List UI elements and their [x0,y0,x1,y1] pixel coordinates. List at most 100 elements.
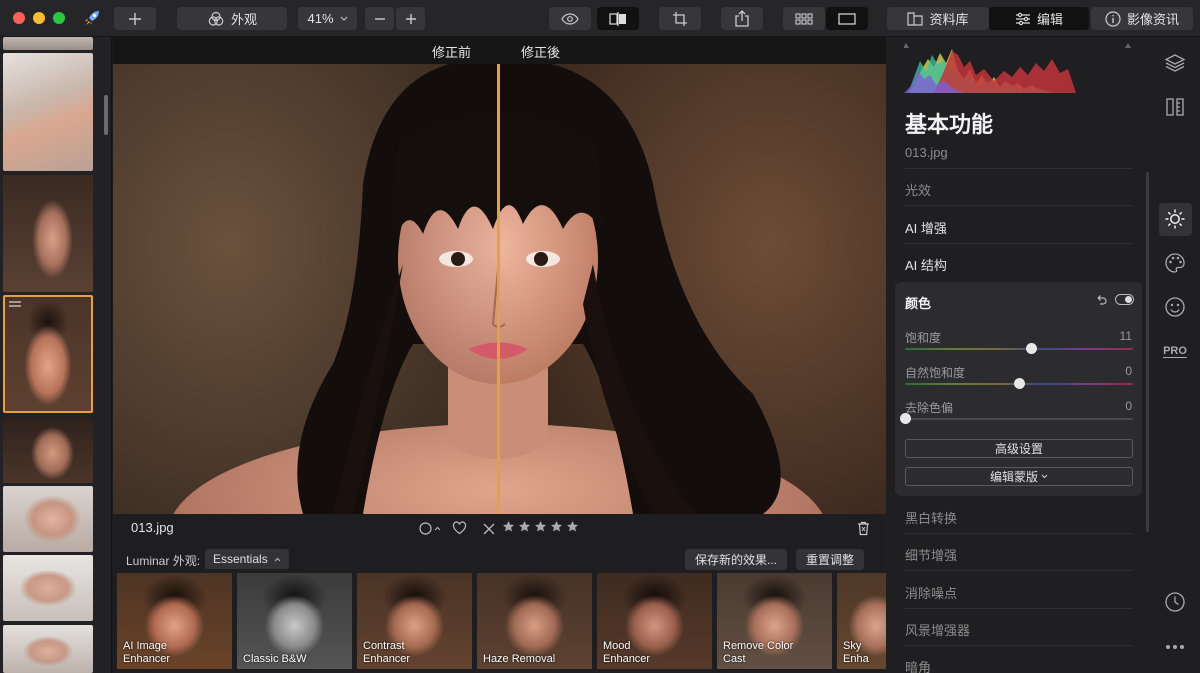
essentials-button[interactable] [1163,207,1187,231]
add-images-button[interactable] [114,7,156,30]
split-compare-icon [609,11,626,26]
section-vignette[interactable]: 暗角 [905,657,931,673]
grid-view-button[interactable] [783,7,825,30]
look-thumbnail[interactable]: Remove Color Cast [717,573,832,669]
filmstrip-thumbnail[interactable] [3,555,93,621]
look-thumbnail[interactable]: Haze Removal [477,573,592,669]
library-tab[interactable]: 资料库 [887,7,989,30]
x-icon [483,523,495,535]
sliders-icon [1015,12,1030,25]
advanced-settings-button[interactable]: 高级设置 [905,439,1133,458]
divider [905,608,1132,609]
saturation-slider-track[interactable] [905,348,1133,350]
edit-label: 编辑 [1036,12,1063,27]
color-label-dropdown[interactable] [419,522,441,535]
filmstrip-thumbnail[interactable] [3,53,93,171]
section-light[interactable]: 光效 [905,180,931,199]
before-label: 修正前 [432,45,472,60]
vibrance-slider-knob[interactable] [1013,378,1025,389]
look-label: Contrast Enhancer [363,640,411,665]
share-button[interactable] [721,7,763,30]
filmstrip [0,37,112,673]
more-button[interactable] [1163,635,1187,659]
filmstrip-thumbnail[interactable] [3,486,93,552]
section-ai-enhance[interactable]: AI 增强 [905,218,947,237]
star-rating[interactable] [502,520,579,533]
zoom-dropdown[interactable]: 41% [298,7,357,30]
edit-mask-button[interactable]: 编辑蒙版 [905,467,1133,486]
tool-toggle[interactable] [1115,294,1134,305]
after-label: 修正後 [521,45,561,60]
look-thumbnail[interactable]: AI Image Enhancer [117,573,232,669]
filmstrip-thumbnail[interactable] [3,37,93,50]
star-icon[interactable] [518,520,531,533]
zoom-in-button[interactable] [396,7,425,30]
chevron-up-icon [274,557,281,561]
minus-icon [374,17,385,20]
crop-button[interactable] [659,7,701,30]
look-thumbnail[interactable]: Contrast Enhancer [357,573,472,669]
info-tab[interactable]: 影像资讯 [1091,7,1193,30]
single-view-button[interactable] [826,7,868,30]
looks-label: 外观 [230,12,257,27]
look-thumbnail[interactable]: Classic B&W [237,573,352,669]
image-info-bar: 013.jpg [113,514,886,544]
look-thumbnail[interactable]: Sky Enha [837,573,886,669]
star-icon[interactable] [550,520,563,533]
star-icon[interactable] [534,520,547,533]
minimize-window-button[interactable] [33,12,45,24]
star-icon[interactable] [566,520,579,533]
saturation-slider-knob[interactable] [1026,343,1038,354]
star-icon[interactable] [502,520,515,533]
filmstrip-thumbnail-selected[interactable] [3,295,93,413]
section-details[interactable]: 细节增强 [905,545,957,564]
panel-filename: 013.jpg [905,145,948,160]
reset-adjustments-button[interactable]: 重置调整 [796,549,865,570]
remove-cast-slider-track[interactable] [905,418,1133,420]
preview-button[interactable] [549,7,591,30]
filmstrip-thumbnail[interactable] [3,175,93,292]
canvas-button[interactable] [1163,95,1187,119]
layers-button[interactable] [1163,51,1187,75]
section-black-white[interactable]: 黑白转换 [905,508,957,527]
crop-icon [673,11,687,26]
library-label: 资料库 [929,12,969,27]
looks-category-dropdown[interactable]: Essentials [205,549,289,569]
section-landscape[interactable]: 风景增强器 [905,620,970,639]
history-button[interactable] [1163,590,1187,614]
image-viewer[interactable]: 修正前 修正後 [113,37,886,514]
panel-scrollbar[interactable] [1146,172,1149,532]
compare-button[interactable] [597,7,639,30]
remove-cast-slider-knob[interactable] [899,413,911,424]
filmstrip-scrollbar[interactable] [104,95,108,135]
filmstrip-thumbnail[interactable] [3,417,93,483]
canvas-tools-icon [1166,98,1184,116]
zoom-window-button[interactable] [53,12,65,24]
single-view-icon [838,12,856,25]
section-ai-structure[interactable]: AI 结构 [905,255,947,274]
color-card-title: 颜色 [905,296,932,311]
creative-button[interactable] [1163,251,1187,275]
rocket-icon [82,8,102,33]
divider [905,205,1132,206]
close-window-button[interactable] [13,12,25,24]
delete-button[interactable] [857,521,870,541]
looks-icon [208,11,224,26]
favorite-button[interactable] [452,521,467,540]
portrait-button[interactable] [1163,295,1187,319]
zoom-out-button[interactable] [365,7,394,30]
section-denoise[interactable]: 消除噪点 [905,583,957,602]
look-thumbnail[interactable]: Mood Enhancer [597,573,712,669]
compare-split-handle[interactable] [497,64,500,514]
filmstrip-thumbnail[interactable] [3,625,93,673]
looks-button[interactable]: 外观 [177,7,287,30]
reset-tool-button[interactable] [1095,293,1107,311]
plus-icon [129,12,141,25]
palette-icon [1165,253,1185,273]
looks-category-value: Essentials [213,552,268,566]
share-icon [735,10,749,27]
pro-tools-button[interactable]: PRO [1162,339,1188,363]
edit-tab[interactable]: 编辑 [989,7,1089,30]
save-look-button[interactable]: 保存新的效果... [685,549,788,570]
reject-button[interactable] [483,522,495,540]
